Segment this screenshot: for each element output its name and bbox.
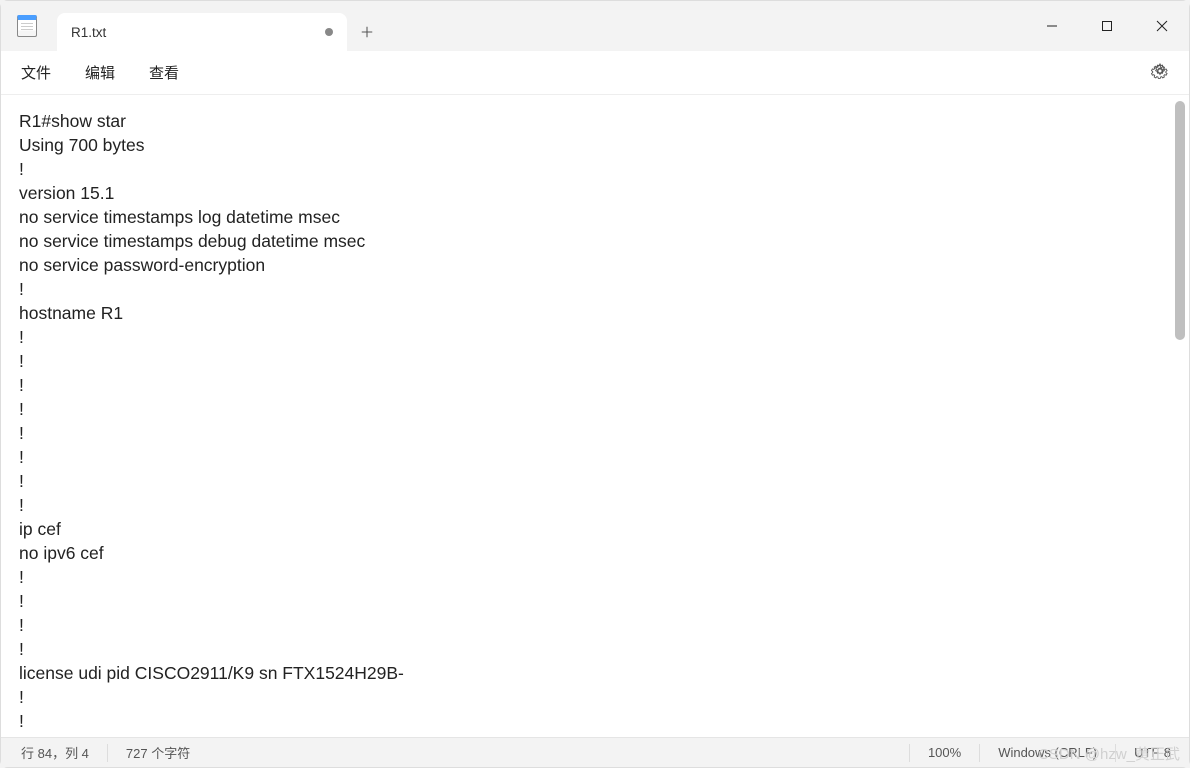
status-encoding[interactable]: UTF-8: [1116, 745, 1189, 760]
editor-area: R1#show star Using 700 bytes ! version 1…: [1, 95, 1189, 737]
tab-unsaved-dot-icon: [325, 28, 333, 36]
new-tab-button[interactable]: [347, 13, 387, 51]
vertical-scrollbar[interactable]: [1175, 101, 1185, 731]
settings-button[interactable]: [1151, 62, 1169, 84]
tab-title: R1.txt: [71, 25, 106, 40]
menu-file[interactable]: 文件: [21, 62, 51, 83]
scrollbar-thumb[interactable]: [1175, 101, 1185, 340]
window-controls: [1024, 1, 1189, 51]
close-button[interactable]: [1134, 1, 1189, 51]
menubar: 文件 编辑 查看: [1, 51, 1189, 95]
tab-strip: R1.txt: [43, 1, 1024, 51]
minimize-button[interactable]: [1024, 1, 1079, 51]
tab-r1-txt[interactable]: R1.txt: [57, 13, 347, 51]
titlebar: R1.txt: [1, 1, 1189, 51]
status-cursor-position: 行 84，列 4: [21, 743, 107, 762]
menu-edit[interactable]: 编辑: [85, 62, 115, 83]
text-editor[interactable]: R1#show star Using 700 bytes ! version 1…: [1, 95, 1189, 737]
menu-view[interactable]: 查看: [149, 62, 179, 83]
status-zoom[interactable]: 100%: [910, 745, 979, 760]
status-char-count: 727 个字符: [108, 743, 208, 762]
maximize-button[interactable]: [1079, 1, 1134, 51]
notepad-app-icon: [11, 1, 43, 51]
status-line-ending[interactable]: Windows (CRLF): [980, 745, 1115, 760]
statusbar: 行 84，列 4 727 个字符 100% Windows (CRLF) UTF…: [1, 737, 1189, 767]
gear-icon: [1151, 62, 1169, 80]
